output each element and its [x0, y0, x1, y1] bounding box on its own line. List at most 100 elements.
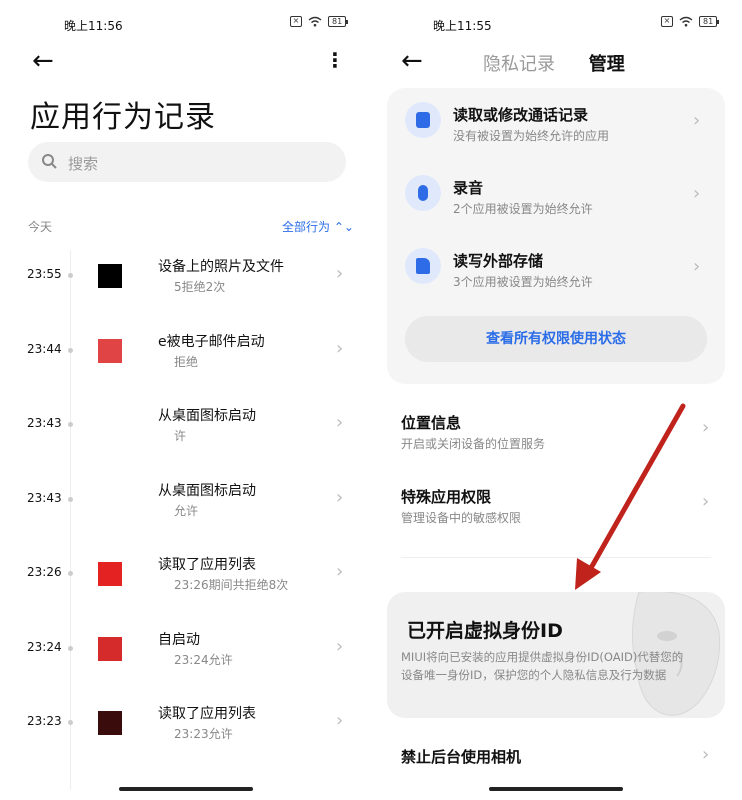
filter-dropdown[interactable]: 全部行为 ⌃⌄ — [282, 218, 354, 235]
record-detail: 拒绝 — [174, 354, 199, 369]
view-all-permissions-button[interactable]: 查看所有权限使用状态 — [405, 316, 707, 362]
record-time: 23:26 — [27, 565, 62, 579]
chevron-right-icon: › — [693, 256, 701, 277]
permission-name: 读写外部存储 — [453, 252, 544, 270]
record-action: 读取了应用列表 — [158, 706, 256, 722]
timeline-dot — [68, 571, 73, 576]
chevron-right-icon: › — [336, 337, 344, 359]
record-time: 23:24 — [27, 639, 62, 654]
app-icon — [98, 562, 122, 586]
home-indicator[interactable] — [489, 787, 623, 791]
timeline-dot — [68, 720, 73, 725]
record-item[interactable]: 23:55 设备上的照片及文件 5拒绝2次 › — [0, 244, 371, 316]
battery-icon: 81 — [328, 16, 349, 27]
record-item[interactable]: 23:23 读取了应用列表 23:23允许 › — [0, 691, 371, 763]
sim-icon: × — [290, 16, 302, 27]
row-title: 特殊应用权限 — [401, 488, 492, 506]
permission-sub: 3个应用被设置为始终允许 — [453, 275, 593, 289]
record-time: 23:43 — [27, 416, 62, 430]
record-time: 23:23 — [27, 714, 62, 728]
back-icon[interactable]: ← — [32, 48, 54, 74]
oaid-card[interactable]: 已开启虚拟身份ID MIUI将向已安装的应用提供虚拟身份ID(OAID)代替您的… — [387, 592, 725, 718]
search-input[interactable]: 搜索 — [28, 142, 346, 182]
more-menu-icon[interactable]: ⋮ — [325, 50, 345, 70]
status-time: 晚上11:56 — [64, 19, 123, 33]
record-item[interactable]: 23:44 e被电子邮件启动 拒绝 › — [0, 319, 371, 391]
app-icon — [98, 487, 122, 512]
app-icon — [98, 413, 122, 437]
record-detail: 5拒绝2次 — [174, 280, 226, 294]
row-sub: 开启或关闭设备的位置服务 — [401, 437, 546, 451]
record-time: 23:55 — [27, 267, 62, 281]
app-icon — [98, 711, 122, 735]
app-icon — [98, 338, 122, 363]
row-sub: 管理设备中的敏感权限 — [401, 511, 522, 525]
record-item[interactable]: 23:26 读取了应用列表 23:26期间共拒绝8次 › — [0, 542, 371, 614]
status-bar: 晚上11:55 × 81 — [371, 0, 742, 48]
sim-icon: × — [661, 16, 673, 27]
permission-item-storage[interactable]: 读写外部存储 3个应用被设置为始终允许 › — [387, 234, 725, 304]
storage-icon — [405, 248, 441, 284]
chevron-right-icon: › — [702, 491, 710, 512]
status-time: 晚上11:55 — [433, 19, 492, 33]
record-action: 从桌面图标启动 — [158, 408, 256, 424]
permission-item-record-audio[interactable]: 录音 2个应用被设置为始终允许 › — [387, 161, 725, 231]
permission-name: 录音 — [453, 179, 484, 197]
search-placeholder: 搜索 — [68, 155, 99, 173]
oaid-title: 已开启虚拟身份ID — [407, 620, 563, 642]
wifi-icon — [308, 16, 322, 27]
tab-manage[interactable]: 管理 — [589, 54, 625, 75]
timeline-dot — [68, 645, 73, 651]
chevron-right-icon: › — [336, 635, 344, 657]
record-item[interactable]: 23:43 从桌面图标启动允许 › — [0, 468, 371, 540]
record-action: 自启动 — [158, 631, 200, 648]
special-permissions-row[interactable]: 特殊应用权限 管理设备中的敏感权限 › — [371, 476, 742, 536]
permission-name: 读取或修改通话记录 — [453, 106, 589, 124]
status-icons: × 81 — [290, 16, 349, 27]
record-time: 23:43 — [27, 490, 62, 505]
permission-item-call-log[interactable]: 读取或修改通话记录 没有被设置为始终允许的应用 › — [387, 88, 725, 158]
status-bar: 晚上11:56 × 81 — [0, 0, 371, 48]
permission-sub: 2个应用被设置为始终允许 — [453, 202, 593, 216]
chevron-right-icon: › — [702, 744, 710, 765]
timeline-dot — [68, 422, 73, 427]
timeline-dot — [68, 347, 73, 353]
record-item[interactable]: 23:43 从桌面图标启动许 › — [0, 393, 371, 465]
record-action: 设备上的照片及文件 — [158, 259, 284, 275]
record-action: 从桌面图标启动 — [158, 482, 256, 499]
day-label: 今天 — [28, 220, 53, 234]
chevron-right-icon: › — [336, 561, 344, 582]
row-title: 禁止后台使用相机 — [401, 748, 522, 766]
right-screen: 晚上11:55 × 81 ← 隐私记录 管理 读取或修改通话记录 没有被设置为始… — [371, 0, 742, 800]
chevron-right-icon: › — [693, 183, 701, 204]
home-indicator[interactable] — [119, 787, 253, 791]
tab-privacy-records[interactable]: 隐私记录 — [483, 54, 555, 75]
permission-card: 读取或修改通话记录 没有被设置为始终允许的应用 › 录音 2个应用被设置为始终允… — [387, 88, 725, 384]
timeline-dot — [68, 496, 73, 502]
record-item[interactable]: 23:24 自启动 23:24允许 › — [0, 617, 371, 689]
tab-bar: 隐私记录 管理 — [483, 50, 625, 76]
record-detail: 23:23允许 — [174, 727, 233, 741]
chevron-right-icon: › — [336, 412, 344, 433]
app-icon — [98, 636, 122, 661]
divider — [401, 557, 711, 558]
call-log-icon — [405, 102, 441, 138]
timeline-dot — [68, 273, 73, 278]
record-detail: 允许 — [174, 503, 199, 518]
record-action: e被电子邮件启动 — [158, 333, 265, 350]
record-detail: 许 — [174, 429, 187, 443]
chevron-right-icon: › — [702, 417, 710, 438]
permission-sub: 没有被设置为始终允许的应用 — [453, 129, 610, 143]
row-title: 位置信息 — [401, 414, 462, 432]
chevron-right-icon: › — [336, 486, 344, 508]
status-icons: × 81 — [661, 16, 720, 27]
microphone-icon — [405, 175, 441, 211]
location-row[interactable]: 位置信息 开启或关闭设备的位置服务 › — [371, 402, 742, 462]
chevron-right-icon: › — [693, 110, 701, 131]
left-screen: 晚上11:56 × 81 ← ⋮ 应用行为记录 搜索 今天 全部行为 ⌃⌄ 23… — [0, 0, 371, 800]
chevron-right-icon: › — [336, 263, 344, 284]
record-detail: 23:26期间共拒绝8次 — [174, 578, 289, 592]
wifi-icon — [679, 16, 693, 27]
page-title: 应用行为记录 — [30, 100, 216, 135]
back-icon[interactable]: ← — [401, 48, 423, 74]
